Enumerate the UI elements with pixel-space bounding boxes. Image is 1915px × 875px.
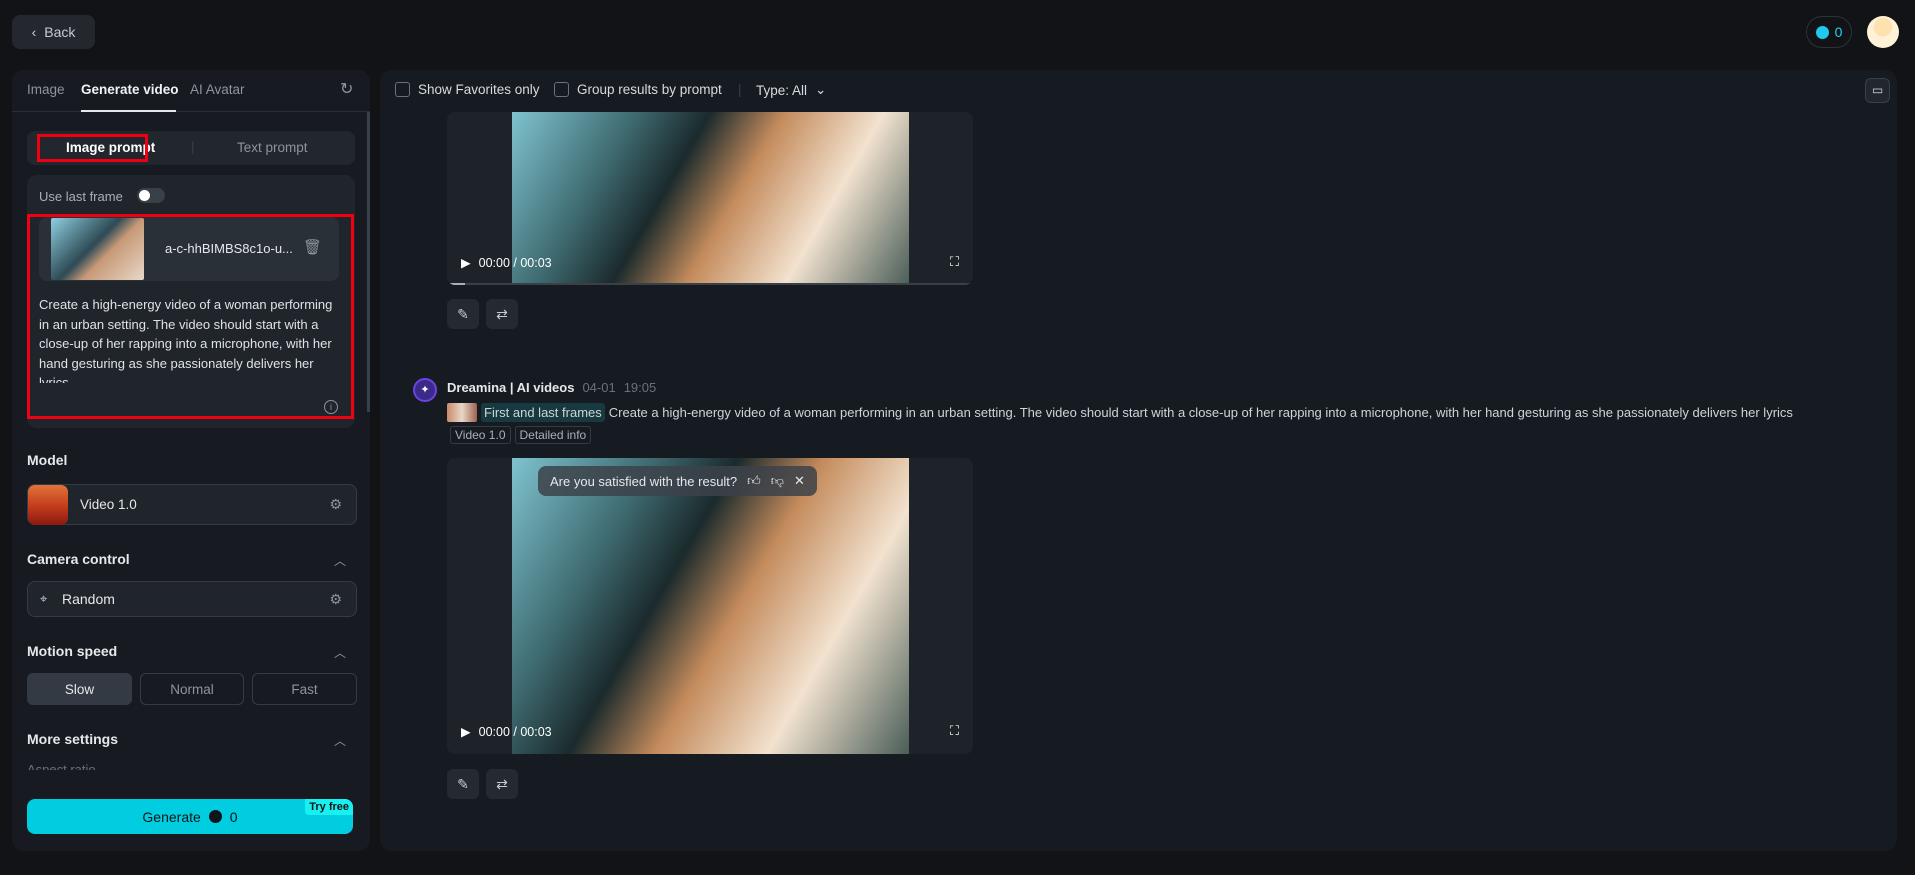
favorites-checkbox[interactable]: Show Favorites only [395,82,540,97]
model-selector[interactable]: Video 1.0 ⚙ [27,484,357,525]
checkbox-icon [554,82,569,97]
regenerate-icon[interactable]: ⇄ [486,299,518,329]
feedback-prompt: Are you satisfied with the result? 👍︎ 👎︎… [538,466,817,496]
video-time: 00:00 / 00:03 [478,255,552,270]
video-player[interactable]: ▶ 00:00 / 00:03 ⛶ [447,112,973,285]
text-prompt-tab[interactable]: Text prompt [237,140,308,155]
camera-focus-icon: ⌖ [40,591,48,606]
generate-button[interactable]: Generate 0 Try free [27,799,353,834]
model-label: Model [27,452,68,468]
use-last-frame-label: Use last frame [39,189,123,204]
folder-icon[interactable]: ▭ [1865,78,1890,103]
video-progress[interactable] [447,283,466,285]
camera-control-label: Camera control [27,551,130,567]
play-icon[interactable]: ▶ [461,255,471,270]
tab-generate-video[interactable]: Generate video [81,82,179,97]
sidebar-panel: Image Generate video AI Avatar ↻ Image p… [12,70,370,851]
scrollbar[interactable] [367,112,370,412]
play-icon[interactable]: ▶ [461,724,471,739]
model-tag: Video 1.0 [450,426,511,444]
regenerate-icon[interactable]: ⇄ [486,769,518,799]
speed-slow-button[interactable]: Slow [27,673,132,705]
credit-coin-icon [1815,25,1829,39]
type-filter-dropdown[interactable]: Type: All ⌄ [756,82,826,98]
edit-icon[interactable]: ✎ [447,769,479,799]
highlight-box [37,134,148,162]
camera-value: Random [62,591,115,607]
video-frame [512,112,909,285]
motion-speed-label: Motion speed [27,643,118,659]
frames-thumbnail [447,403,477,422]
speed-fast-button[interactable]: Fast [252,673,357,705]
close-icon[interactable]: ✕ [794,473,805,489]
detailed-info-tag[interactable]: Detailed info [514,426,592,444]
thumbs-up-icon[interactable]: 👍︎ [747,473,761,489]
mode-tabs: Image Generate video AI Avatar ↻ [12,70,370,112]
aspect-ratio-label: Aspect ratio [27,762,96,770]
edit-icon[interactable]: ✎ [447,299,479,329]
active-tab-underline [81,110,176,112]
model-thumbnail [28,485,68,525]
speed-normal-button[interactable]: Normal [140,673,244,705]
reset-icon[interactable]: ↻ [340,79,353,99]
chevron-up-icon[interactable]: ︿ [334,732,346,749]
dreamina-avatar: ✦ [413,378,437,402]
result-date: 04-01 [582,380,616,395]
use-last-frame-toggle[interactable] [137,188,165,203]
credit-coin-icon [208,810,222,823]
video-frame [512,458,909,754]
group-by-prompt-checkbox[interactable]: Group results by prompt [554,82,722,97]
result-prompt: Create a high-energy video of a woman pe… [608,405,1793,420]
author-name: Dreamina | AI videos [447,380,575,395]
camera-control-selector[interactable]: ⌖ Random ⚙ [27,581,357,617]
try-free-badge: Try free [305,799,353,815]
tab-ai-avatar[interactable]: AI Avatar [190,82,245,97]
checkbox-icon [395,82,410,97]
chevron-down-icon: ⌄ [815,82,827,97]
thumbs-down-icon[interactable]: 👎︎ [771,473,784,489]
more-settings-label: More settings [27,731,119,747]
highlight-box [27,214,354,419]
chevron-left-icon: ‹ [31,24,37,40]
settings-sliders-icon[interactable]: ⚙ [329,496,342,513]
frame-mode-badge: First and last frames [481,403,605,422]
credits-badge[interactable]: 0 [1806,16,1852,48]
settings-sliders-icon[interactable]: ⚙ [329,591,342,608]
model-value: Video 1.0 [80,497,137,512]
chevron-up-icon[interactable]: ︿ [334,552,346,569]
back-button[interactable]: ‹ Back [12,15,95,49]
video-player[interactable]: Are you satisfied with the result? 👍︎ 👎︎… [447,458,973,754]
tab-image[interactable]: Image [27,82,65,97]
results-panel: Show Favorites only Group results by pro… [380,70,1897,851]
result-time: 19:05 [623,380,657,395]
fullscreen-icon[interactable]: ⛶ [950,254,959,270]
fullscreen-icon[interactable]: ⛶ [950,723,959,739]
user-avatar[interactable] [1867,16,1899,48]
chevron-up-icon[interactable]: ︿ [334,644,346,661]
video-time: 00:00 / 00:03 [478,724,552,739]
